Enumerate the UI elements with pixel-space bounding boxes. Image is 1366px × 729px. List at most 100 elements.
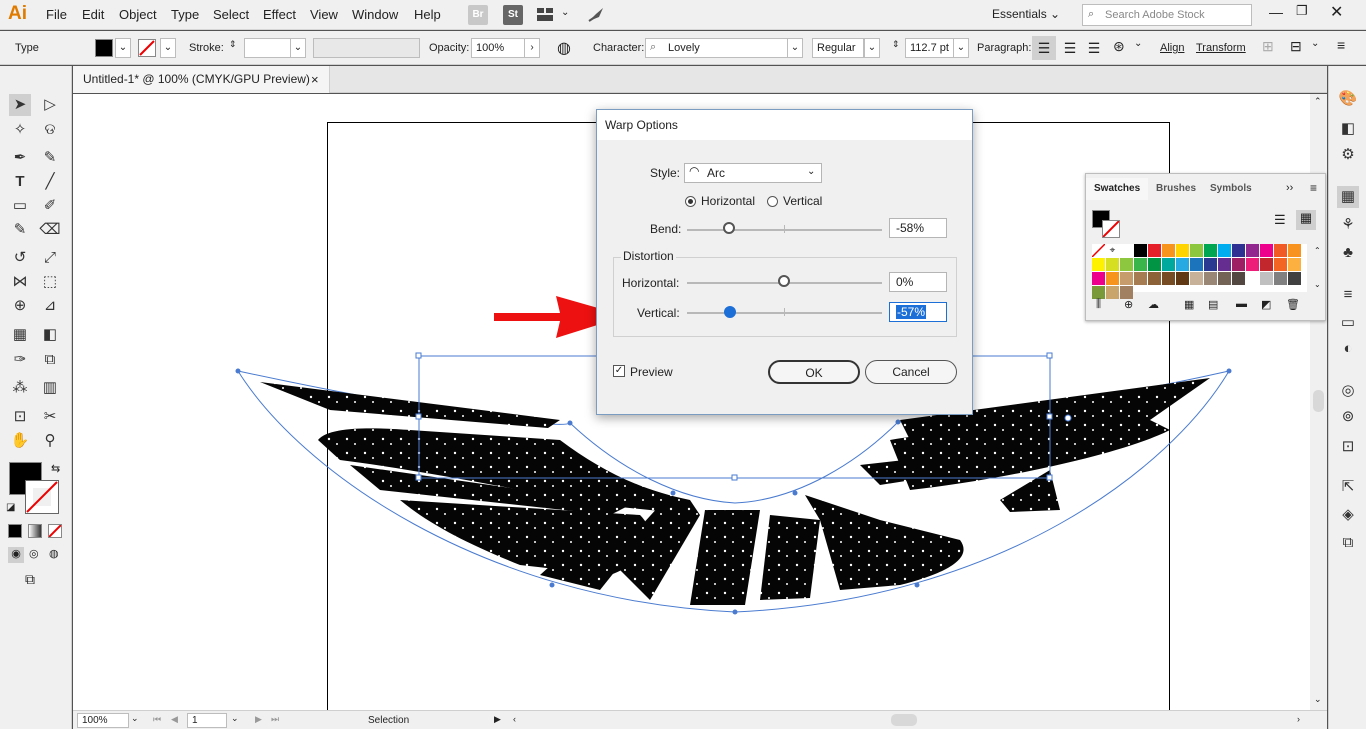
color-swatch[interactable]	[1288, 272, 1301, 285]
next-artboard-icon[interactable]: ▶	[255, 714, 262, 725]
panel-expand-icon[interactable]: ››	[1286, 182, 1293, 194]
swatch-libraries-icon[interactable]: ⫼	[1096, 298, 1101, 311]
image-trace-icon[interactable]: ⊡	[1337, 436, 1359, 458]
color-swatch[interactable]	[1106, 258, 1119, 271]
grid-view-icon[interactable]: ▦	[1296, 210, 1316, 230]
distortion-vertical-slider-knob[interactable]	[724, 306, 736, 318]
zoom-input[interactable]: 100%	[77, 713, 129, 728]
status-menu-arrow[interactable]: ▶	[494, 714, 501, 725]
color-swatch[interactable]	[1218, 272, 1231, 285]
color-swatch[interactable]	[1134, 258, 1147, 271]
scroll-down-icon[interactable]: ⌄	[1314, 280, 1321, 289]
stroke-panel-icon[interactable]: ≡	[1337, 284, 1359, 306]
chevron-down-icon[interactable]: ⌄	[231, 713, 239, 724]
color-swatch[interactable]	[1288, 258, 1301, 271]
artboard-number-input[interactable]: 1	[187, 713, 227, 728]
color-swatch[interactable]	[1190, 272, 1203, 285]
color-swatch[interactable]	[1162, 272, 1175, 285]
color-swatch[interactable]	[1218, 244, 1231, 257]
color-panel-icon[interactable]: 🎨	[1337, 88, 1359, 110]
color-swatch[interactable]	[1246, 258, 1259, 271]
layers-panel-icon[interactable]: ◈	[1337, 504, 1359, 526]
cancel-button[interactable]: Cancel	[865, 360, 957, 384]
vertical-radio[interactable]	[767, 196, 778, 207]
gradient-panel-icon[interactable]: ▭	[1337, 312, 1359, 334]
color-swatch[interactable]	[1092, 258, 1105, 271]
color-swatch[interactable]	[1232, 244, 1245, 257]
color-swatch[interactable]	[1274, 272, 1287, 285]
color-swatch[interactable]	[1106, 272, 1119, 285]
swatches-tab[interactable]: Swatches	[1086, 178, 1149, 200]
first-artboard-icon[interactable]: ⏮	[153, 714, 161, 725]
horizontal-scroll-thumb[interactable]	[891, 714, 917, 726]
graphic-styles-icon[interactable]: ⊚	[1337, 406, 1359, 428]
color-swatch[interactable]	[1260, 258, 1273, 271]
symbols-panel-icon[interactable]: ♣	[1337, 242, 1359, 264]
export-icon[interactable]: ⇱	[1337, 476, 1359, 498]
color-guide-icon[interactable]: ◧	[1337, 118, 1359, 140]
color-swatch[interactable]	[1106, 286, 1119, 299]
cc-libraries-icon[interactable]: ⚙	[1337, 144, 1359, 166]
swatch-options-icon[interactable]: ▦	[1184, 298, 1194, 311]
distortion-vertical-input[interactable]: -57%	[889, 302, 947, 322]
swatch-stroke-indicator[interactable]	[1102, 220, 1120, 238]
color-swatch[interactable]	[1091, 243, 1106, 258]
vertical-scroll-thumb[interactable]	[1313, 390, 1324, 412]
color-swatch[interactable]	[1120, 272, 1133, 285]
cloud-icon[interactable]: ☁	[1148, 298, 1159, 311]
list-view-icon[interactable]: ☰	[1274, 212, 1286, 228]
color-swatch[interactable]	[1274, 258, 1287, 271]
chevron-down-icon[interactable]: ⌄	[131, 713, 139, 724]
color-swatch[interactable]	[1134, 272, 1147, 285]
color-swatch[interactable]	[1092, 272, 1105, 285]
show-swatch-kinds-icon[interactable]: ⊕	[1124, 298, 1133, 311]
color-swatch[interactable]	[1204, 258, 1217, 271]
color-swatch[interactable]	[1260, 244, 1273, 257]
distortion-horizontal-slider-knob[interactable]	[778, 275, 790, 287]
distortion-horizontal-input[interactable]: 0%	[889, 272, 947, 292]
brushes-tab[interactable]: Brushes	[1148, 178, 1204, 200]
color-swatch[interactable]	[1120, 244, 1133, 257]
brushes-panel-icon[interactable]: ⚘	[1337, 214, 1359, 236]
horizontal-radio[interactable]	[685, 196, 696, 207]
color-swatch[interactable]	[1218, 258, 1231, 271]
style-select[interactable]: Arc	[684, 163, 822, 183]
color-swatch[interactable]	[1232, 272, 1245, 285]
previous-artboard-icon[interactable]: ◀	[171, 714, 178, 725]
trash-icon[interactable]: 🗑	[1286, 298, 1300, 311]
color-swatch[interactable]	[1162, 258, 1175, 271]
transparency-panel-icon[interactable]: ◐	[1337, 338, 1359, 360]
swatches-panel-icon[interactable]: ▦	[1337, 186, 1359, 208]
color-swatch[interactable]: ⌖	[1106, 244, 1119, 257]
bend-slider-knob[interactable]	[723, 222, 735, 234]
new-group-icon[interactable]: ▬	[1236, 298, 1247, 310]
color-swatch[interactable]	[1274, 244, 1287, 257]
color-swatch[interactable]	[1260, 272, 1273, 285]
scroll-up-icon[interactable]: ⌃	[1314, 96, 1322, 107]
color-swatch[interactable]	[1176, 258, 1189, 271]
symbols-tab[interactable]: Symbols	[1202, 178, 1260, 200]
color-swatch[interactable]	[1288, 244, 1301, 257]
color-swatch[interactable]	[1204, 244, 1217, 257]
color-swatch[interactable]	[1246, 272, 1259, 285]
color-swatch[interactable]	[1204, 272, 1217, 285]
color-group-icon[interactable]: ▤	[1208, 298, 1218, 311]
color-swatch[interactable]	[1148, 258, 1161, 271]
new-swatch-icon[interactable]: ◩	[1261, 298, 1271, 311]
color-swatch[interactable]	[1190, 258, 1203, 271]
preview-checkbox[interactable]: ✓	[613, 365, 625, 377]
color-swatch[interactable]	[1148, 244, 1161, 257]
artboards-panel-icon[interactable]: ⧉	[1337, 532, 1359, 554]
scroll-down-icon[interactable]: ⌄	[1314, 694, 1322, 705]
color-swatch[interactable]	[1246, 244, 1259, 257]
appearance-panel-icon[interactable]: ◎	[1337, 380, 1359, 402]
scroll-right-icon[interactable]: ›	[1297, 714, 1300, 724]
color-swatch[interactable]	[1176, 272, 1189, 285]
color-swatch[interactable]	[1148, 272, 1161, 285]
color-swatch[interactable]	[1232, 258, 1245, 271]
scroll-left-icon[interactable]: ‹	[513, 714, 516, 724]
bend-input[interactable]: -58%	[889, 218, 947, 238]
color-swatch[interactable]	[1120, 258, 1133, 271]
ok-button[interactable]: OK	[768, 360, 860, 384]
swatch-grid[interactable]: ⌖	[1091, 243, 1307, 299]
